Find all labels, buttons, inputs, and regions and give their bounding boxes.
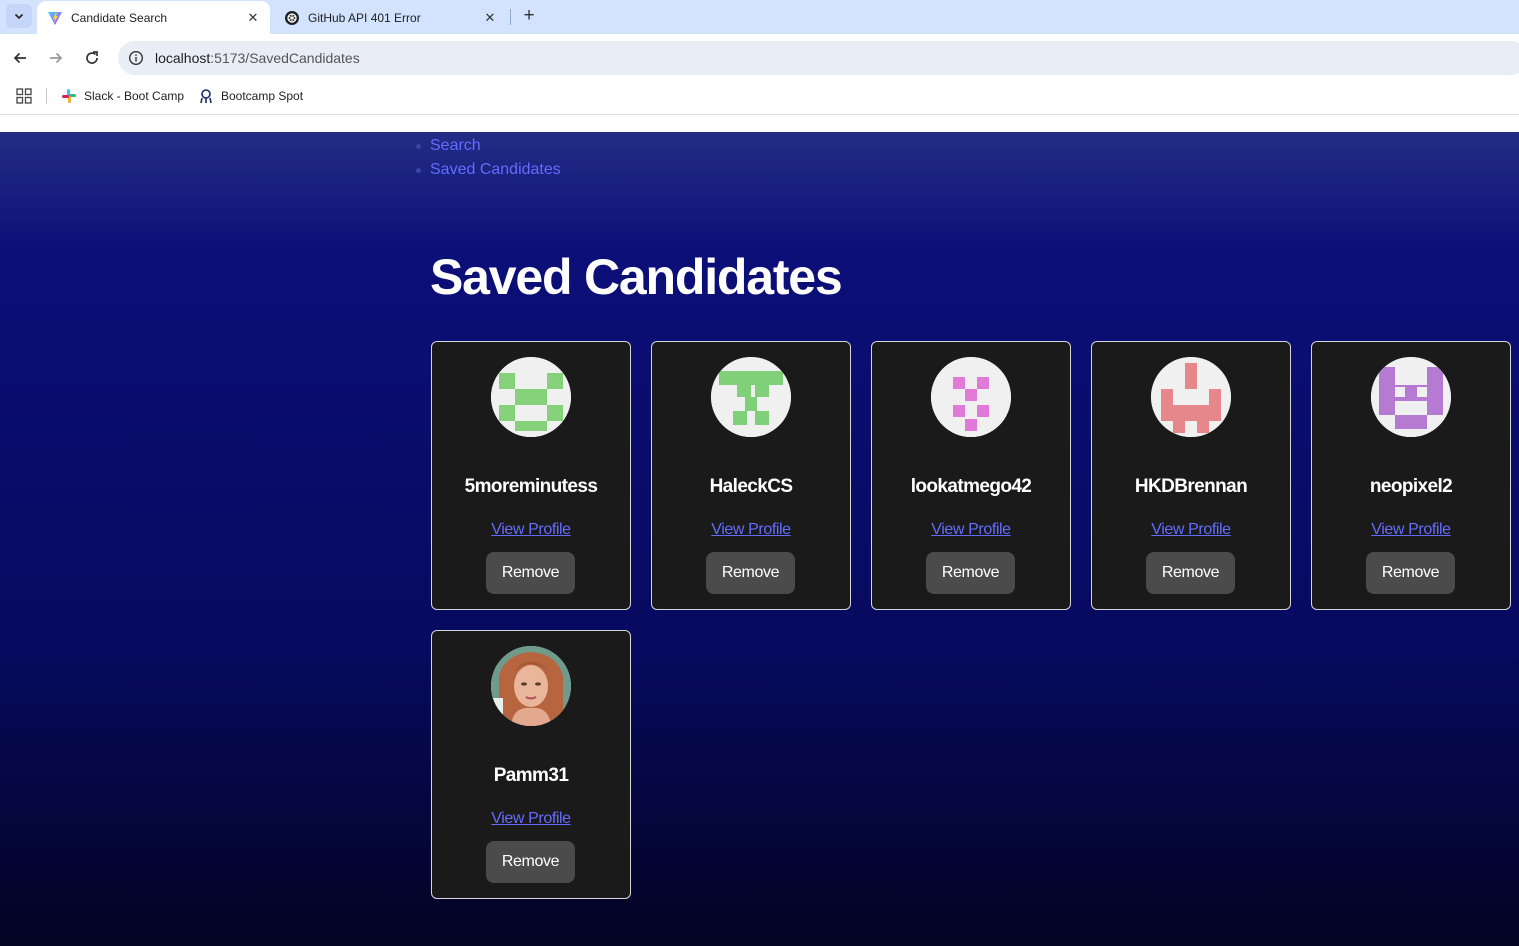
remove-button[interactable]: Remove (486, 552, 575, 594)
candidate-username: 5moreminutess (464, 476, 598, 497)
identicon-avatar (931, 357, 1011, 437)
close-tab-icon[interactable]: ✕ (243, 8, 263, 28)
tab-separator (510, 9, 511, 25)
avatar (491, 357, 571, 437)
photo-avatar (491, 646, 571, 726)
candidate-card: HaleckCS View Profile Remove (651, 341, 851, 610)
plus-icon: + (523, 5, 535, 26)
reload-button[interactable] (80, 46, 104, 70)
browser-tab-strip: Candidate Search ✕ GitHub API 401 Error … (0, 0, 1519, 34)
identicon-avatar (1151, 357, 1231, 437)
tab-github-api-error[interactable]: GitHub API 401 Error ✕ (272, 1, 507, 34)
view-profile-link[interactable]: View Profile (872, 521, 1070, 539)
candidate-username: lookatmego42 (910, 476, 1032, 497)
bookmark-separator (46, 88, 47, 104)
tab-title: Candidate Search (71, 10, 168, 25)
view-profile-link[interactable]: View Profile (432, 810, 630, 828)
view-profile-link[interactable]: View Profile (1312, 521, 1510, 539)
remove-button[interactable]: Remove (1366, 552, 1455, 594)
identicon-avatar (1371, 357, 1451, 437)
url-text: localhost:5173/SavedCandidates (155, 50, 360, 66)
site-info-icon[interactable] (128, 50, 144, 66)
nav-item-saved-candidates: Saved Candidates (416, 158, 561, 182)
bookmark-label: Bootcamp Spot (221, 89, 304, 103)
new-tab-button[interactable]: + (517, 4, 541, 28)
close-tab-icon[interactable]: ✕ (480, 8, 500, 28)
candidate-card: neopixel2 View Profile Remove (1311, 341, 1511, 610)
forward-button[interactable] (44, 46, 68, 70)
bookmark-slack[interactable]: Slack - Boot Camp (61, 85, 184, 107)
remove-button[interactable]: Remove (926, 552, 1015, 594)
avatar (1371, 357, 1451, 437)
candidate-card: 5moreminutess View Profile Remove (431, 341, 631, 610)
tab-title: GitHub API 401 Error (308, 10, 421, 25)
nav-link-search[interactable]: Search (430, 137, 481, 154)
url-host: localhost (155, 50, 211, 66)
avatar (711, 357, 791, 437)
url-path: :5173/SavedCandidates (210, 50, 360, 66)
slack-icon (61, 88, 77, 104)
nav-item-search: Search (416, 134, 561, 158)
candidate-username: HaleckCS (709, 476, 793, 497)
arrow-left-icon (13, 52, 26, 64)
avatar (491, 646, 571, 726)
reload-icon (86, 51, 98, 64)
arrow-right-icon (50, 52, 63, 64)
candidate-card: Pamm31 View Profile Remove (431, 630, 631, 899)
avatar (1151, 357, 1231, 437)
address-bar[interactable]: localhost:5173/SavedCandidates (118, 41, 1519, 75)
candidate-username: Pamm31 (493, 765, 569, 786)
view-profile-link[interactable]: View Profile (1092, 521, 1290, 539)
bootcamp-spot-icon (198, 88, 214, 104)
view-profile-link[interactable]: View Profile (432, 521, 630, 539)
tab-candidate-search[interactable]: Candidate Search ✕ (37, 1, 270, 34)
bookmark-label: Slack - Boot Camp (84, 89, 185, 103)
remove-button[interactable]: Remove (706, 552, 795, 594)
back-button[interactable] (8, 46, 32, 70)
chevron-down-icon (14, 13, 24, 20)
apps-grid-icon[interactable] (16, 88, 32, 104)
remove-button[interactable]: Remove (1146, 552, 1235, 594)
identicon-avatar (491, 357, 571, 437)
main-nav: Search Saved Candidates (416, 134, 561, 182)
openai-logo-icon (284, 10, 300, 26)
identicon-avatar (711, 357, 791, 437)
candidate-card: lookatmego42 View Profile Remove (871, 341, 1071, 610)
candidate-username: HKDBrennan (1134, 476, 1248, 497)
bookmarks-bar: Slack - Boot Camp Bootcamp Spot (0, 82, 1519, 115)
candidate-username: neopixel2 (1369, 476, 1453, 497)
nav-link-saved-candidates[interactable]: Saved Candidates (430, 161, 561, 178)
view-profile-link[interactable]: View Profile (652, 521, 850, 539)
avatar (931, 357, 1011, 437)
vite-logo-icon (47, 10, 63, 26)
page-title: Saved Candidates (430, 249, 843, 305)
app-page: Search Saved Candidates Saved Candidates… (0, 132, 1519, 946)
bookmark-bootcamp-spot[interactable]: Bootcamp Spot (198, 85, 303, 107)
remove-button[interactable]: Remove (486, 841, 575, 883)
candidate-card: HKDBrennan View Profile Remove (1091, 341, 1291, 610)
browser-toolbar: localhost:5173/SavedCandidates (0, 34, 1519, 82)
tab-search-button[interactable] (6, 4, 32, 28)
